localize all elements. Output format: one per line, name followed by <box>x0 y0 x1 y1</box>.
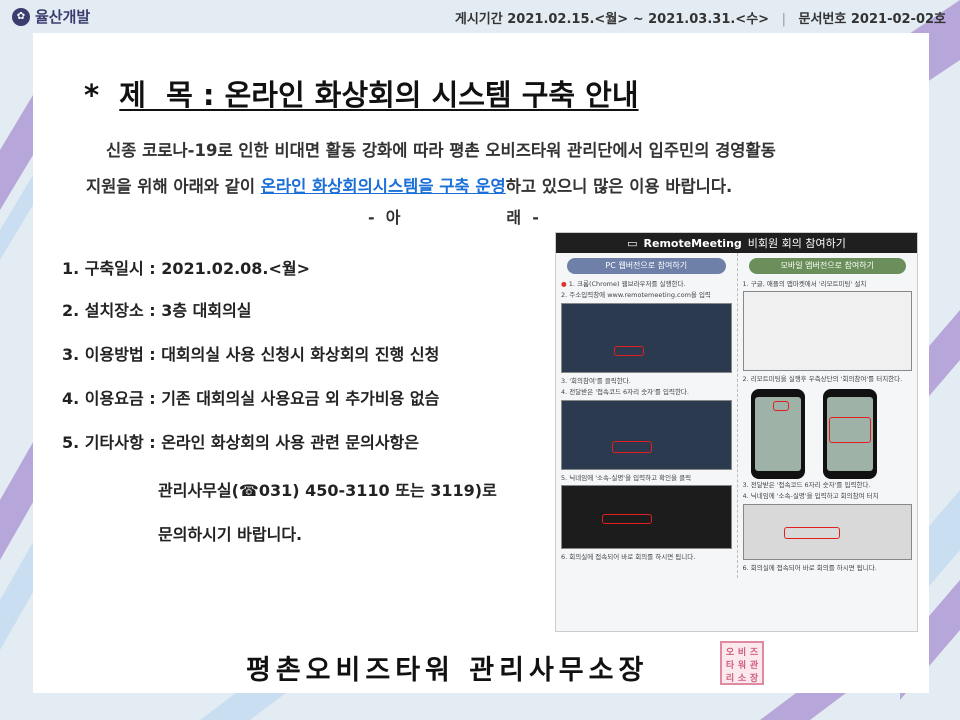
chrome-icon: ● <box>561 280 567 288</box>
chat-icon: ▭ <box>627 236 638 250</box>
title-text: 제 목 : 온라인 화상회의 시스템 구축 안내 <box>119 78 639 112</box>
office-signature: 평촌오비즈타워 관리사무소장 <box>246 655 649 686</box>
highlight-box <box>614 345 644 356</box>
guide-columns: PC 웹버전으로 참여하기 ● 1. 크롬(Chrome) 웹브라우저를 실행한… <box>556 253 918 579</box>
pc-step-3: 3. '회의참여'를 클릭한다. <box>561 376 631 385</box>
pc-step-4: 4. 전달받은 '접속코드 6자리 숫자'를 입력한다. <box>561 388 689 397</box>
pc-step-1: ● 1. 크롬(Chrome) 웹브라우저를 실행한다. <box>561 280 686 288</box>
item-5: 5. 기타사항 : 온라인 화상회의 사용 관련 문의사항은 <box>62 433 420 452</box>
logo-icon: ✿ <box>12 7 30 26</box>
intro-line-2: 지원을 위해 아래와 같이 온라인 화상회의시스템을 구축 운영하고 있으니 많… <box>86 169 926 205</box>
mobile-step-4: 4. 닉네임에 '소속-실명'을 입력하고 회의참여 터치 <box>742 492 879 501</box>
intro-paragraph: 신종 코로나-19로 인한 비대면 활동 강화에 따라 평촌 오비즈타워 관리단… <box>86 133 926 205</box>
item-2: 2. 설치장소 : 3층 대회의실 <box>62 301 252 320</box>
mobile-nickname-screenshot <box>742 503 912 560</box>
phone-mockup-1 <box>750 388 805 479</box>
document-number: 문서번호 2021-02-02호 <box>798 12 946 27</box>
pc-screenshot-code <box>561 399 732 470</box>
below-heading: - 아 래 - <box>368 208 539 227</box>
intro-line-2-post: 하고 있으니 많은 이용 바랍니다. <box>505 177 733 196</box>
guide-mobile-column: 모바일 앱버전으로 참여하기 1. 구글, 애플의 앱마켓에서 '리모트미팅' … <box>736 253 918 579</box>
mobile-column-title: 모바일 앱버전으로 참여하기 <box>748 258 906 274</box>
pc-step-5: 5. 닉네임에 '소속-실명'을 입력하고 확인을 클릭 <box>561 473 692 482</box>
guide-pc-column: PC 웹버전으로 참여하기 ● 1. 크롬(Chrome) 웹브라우저를 실행한… <box>556 253 737 578</box>
highlight-box <box>602 514 652 525</box>
posting-period: 게시기간 2021.02.15.<월> ~ 2021.03.31.<수> <box>454 12 770 27</box>
logo-text: 율산개발 <box>35 8 91 26</box>
phone-screenshots <box>743 387 913 481</box>
posting-info: 게시기간 2021.02.15.<월> ~ 2021.03.31.<수> | 문… <box>455 8 946 27</box>
intro-highlight: 온라인 화상회의시스템을 구축 운영 <box>260 177 506 196</box>
remote-meeting-guide: ▭ RemoteMeeting 비회원 회의 참여하기 PC 웹버전으로 참여하… <box>555 232 918 632</box>
item-4: 4. 이용요금 : 기존 대회의실 사용요금 외 추가비용 없슴 <box>62 389 440 408</box>
separator: | <box>781 12 786 27</box>
pc-step-6: 6. 회의실에 접속되어 바로 회의를 하시면 됩니다. <box>561 553 696 562</box>
official-seal: 오 비 즈 타 워 관 리 소 장 <box>720 641 764 685</box>
top-bar: ✿ 율산개발 게시기간 2021.02.15.<월> ~ 2021.03.31.… <box>0 0 960 33</box>
pc-step-2: 2. 주소입력창에 www.remotemeeting.com을 입력 <box>561 291 711 300</box>
intro-line-1: 신종 코로나-19로 인한 비대면 활동 강화에 따라 평촌 오비즈타워 관리단… <box>106 141 776 160</box>
item-5-contact: 관리사무실(☎031) 450-3110 또는 3119)로 <box>158 481 497 500</box>
company-logo: ✿ 율산개발 <box>12 6 90 27</box>
phone-mockup-2 <box>822 388 877 479</box>
guide-brand: RemoteMeeting <box>643 236 742 250</box>
item-3: 3. 이용방법 : 대회의실 사용 신청시 화상회의 진행 신청 <box>62 345 440 364</box>
notice-title: * 제 목 : 온라인 화상회의 시스템 구축 안내 <box>84 72 639 114</box>
guide-header: ▭ RemoteMeeting 비회원 회의 참여하기 <box>556 233 917 253</box>
pc-screenshot-home <box>561 302 732 373</box>
highlight-box <box>612 440 652 453</box>
title-star: * <box>84 78 100 112</box>
item-1: 1. 구축일시 : 2021.02.08.<월> <box>62 259 311 278</box>
item-5-closing: 문의하시기 바랍니다. <box>158 525 303 544</box>
app-store-screenshot <box>742 291 912 372</box>
mobile-step-6: 6. 회의실에 접속되어 바로 회의를 하시면 됩니다. <box>742 563 877 572</box>
guide-heading: 비회원 회의 참여하기 <box>747 237 846 250</box>
highlight-box <box>783 526 840 539</box>
mobile-step-2: 2. 리모트미팅을 실행후 우측상단의 '회의참여'를 터치한다. <box>742 375 903 384</box>
mobile-step-1: 1. 구글, 애플의 앱마켓에서 '리모트미팅' 설치 <box>742 280 867 288</box>
intro-line-2-pre: 지원을 위해 아래와 같이 <box>86 177 261 196</box>
pc-column-title: PC 웹버전으로 참여하기 <box>567 258 726 274</box>
pc-screenshot-nickname <box>561 485 732 550</box>
mobile-step-3: 3. 전달받은 '접속코드 6자리 숫자'를 입력한다. <box>742 480 871 489</box>
